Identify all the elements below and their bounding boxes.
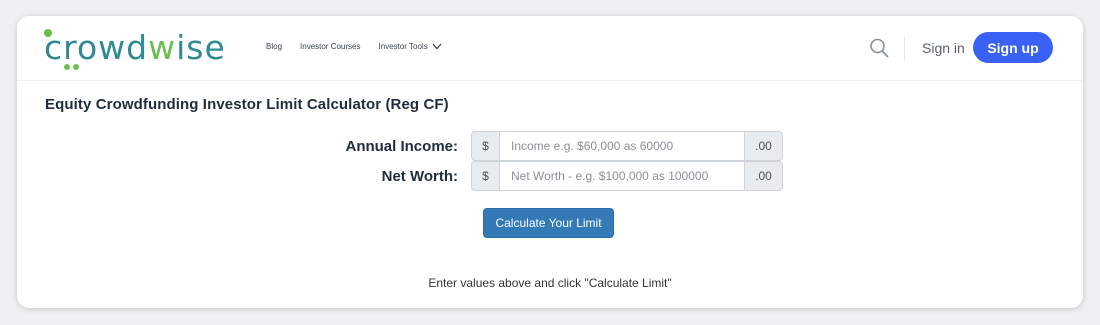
- net-worth-label: Net Worth:: [381, 168, 458, 185]
- crowdwise-logo[interactable]: crowdwise: [44, 26, 244, 70]
- logo-wordmark: crowdwise: [44, 28, 226, 67]
- nav-divider: [904, 37, 905, 61]
- logo-text-part2: w: [148, 28, 177, 67]
- nav-item-investor-tools-label: Investor Tools: [378, 42, 428, 51]
- net-worth-input[interactable]: [499, 161, 745, 191]
- signup-button[interactable]: Sign up: [973, 32, 1053, 63]
- top-navbar: crowdwise Blog Investor Courses Investor…: [17, 16, 1083, 81]
- logo-text-part3: ise: [176, 28, 226, 67]
- page-card: crowdwise Blog Investor Courses Investor…: [17, 16, 1083, 308]
- logo-text-part1: crowd: [44, 28, 149, 67]
- nav-links: Blog Investor Courses Investor Tools: [266, 42, 442, 51]
- annual-income-currency-addon: $: [471, 131, 500, 161]
- nav-item-investor-tools[interactable]: Investor Tools: [378, 42, 442, 51]
- calculate-limit-button[interactable]: Calculate Your Limit: [483, 208, 614, 238]
- result-message: Enter values above and click "Calculate …: [428, 276, 672, 290]
- page-title: Equity Crowdfunding Investor Limit Calcu…: [45, 96, 449, 113]
- net-worth-cents-addon: .00: [744, 161, 783, 191]
- annual-income-input[interactable]: [499, 131, 745, 161]
- annual-income-row: Annual Income: $ .00: [17, 131, 1083, 161]
- chevron-down-icon: [432, 43, 442, 50]
- net-worth-row: Net Worth: $ .00: [17, 161, 1083, 191]
- signin-link[interactable]: Sign in: [922, 40, 965, 56]
- net-worth-currency-addon: $: [471, 161, 500, 191]
- nav-item-blog[interactable]: Blog: [266, 42, 282, 51]
- search-icon[interactable]: [869, 37, 889, 59]
- annual-income-label: Annual Income:: [345, 138, 458, 155]
- nav-item-investor-courses[interactable]: Investor Courses: [300, 42, 360, 51]
- annual-income-cents-addon: .00: [744, 131, 783, 161]
